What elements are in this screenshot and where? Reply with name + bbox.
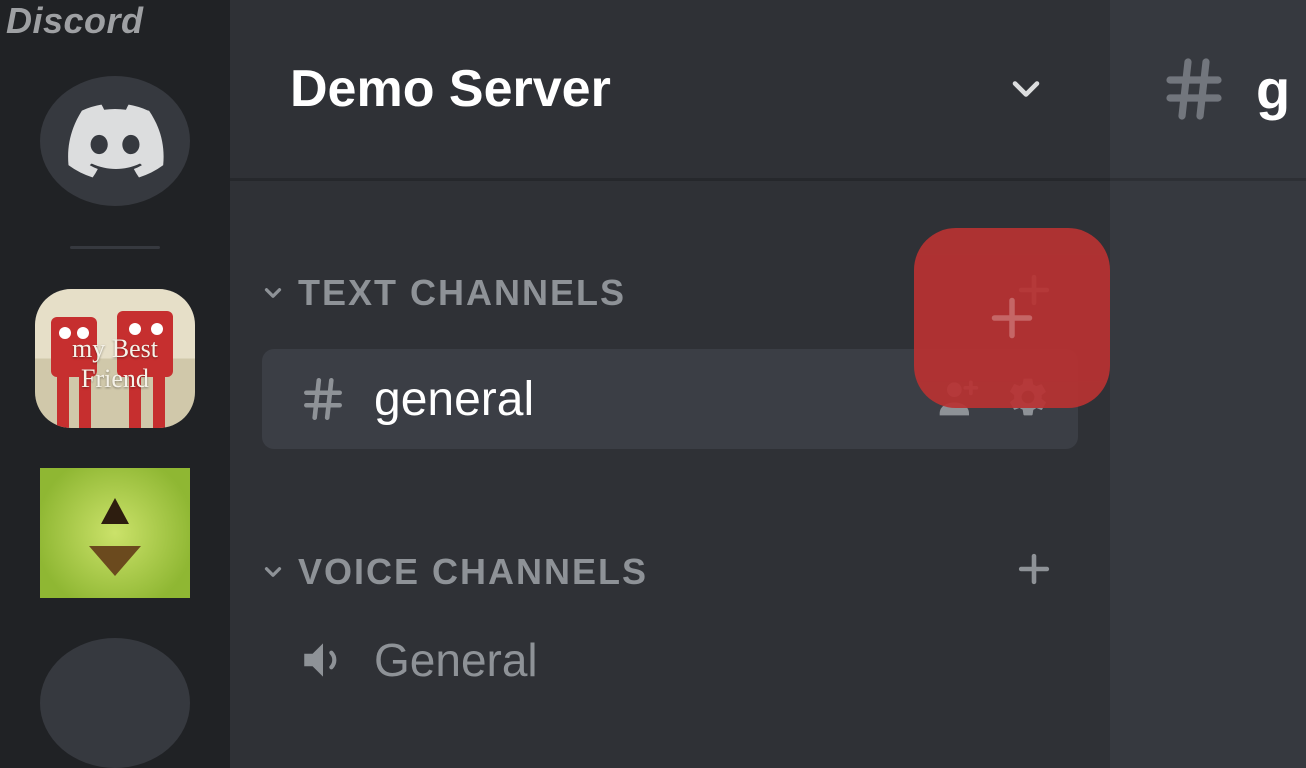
- channel-name: general: [374, 372, 910, 427]
- channel-sidebar: Demo Server TEXT CHANNELS: [230, 0, 1110, 768]
- add-text-channel-button[interactable]: [1012, 268, 1056, 317]
- category-voice-channels[interactable]: VOICE CHANNELS: [230, 547, 1110, 596]
- category-label: VOICE CHANNELS: [298, 551, 648, 593]
- server-header-dropdown[interactable]: Demo Server: [230, 0, 1110, 180]
- invite-button[interactable]: [936, 375, 980, 424]
- channel-settings-button[interactable]: [1006, 375, 1050, 424]
- rail-separator: [70, 246, 160, 249]
- add-voice-channel-button[interactable]: [1012, 547, 1056, 596]
- chevron-down-icon: [260, 280, 286, 306]
- server-rail: my Best Friend: [0, 0, 230, 768]
- server-icon-3[interactable]: [40, 638, 190, 768]
- server-icon-2[interactable]: [40, 468, 190, 598]
- plus-icon: [1012, 268, 1056, 312]
- server-home-button[interactable]: [40, 76, 190, 206]
- server-icon-2-art: [40, 468, 190, 598]
- chevron-down-icon: [260, 559, 286, 585]
- chat-header-channel-name: g: [1256, 57, 1290, 122]
- text-channel-general[interactable]: general: [262, 349, 1078, 449]
- speaker-icon: [298, 635, 348, 685]
- app-title: Discord: [6, 0, 144, 42]
- server-icon-1-art: my Best Friend: [35, 289, 195, 428]
- server-name: Demo Server: [290, 59, 611, 119]
- app-layout: my Best Friend Demo Server TEXT CH: [0, 0, 1306, 768]
- category-text-channels[interactable]: TEXT CHANNELS: [230, 268, 1110, 317]
- add-user-icon: [936, 375, 980, 419]
- chat-header: g: [1110, 0, 1306, 180]
- hash-icon: [298, 374, 348, 424]
- server-icon-1-overlay-text: my Best Friend: [35, 334, 195, 394]
- category-label: TEXT CHANNELS: [298, 272, 626, 314]
- chevron-down-icon: [1004, 67, 1048, 111]
- server-icon-1[interactable]: my Best Friend: [35, 289, 195, 428]
- channel-name: General: [374, 633, 1050, 687]
- discord-logo-icon: [66, 104, 164, 178]
- hash-icon: [1158, 53, 1230, 125]
- gear-icon: [1006, 375, 1050, 419]
- plus-icon: [1012, 547, 1056, 591]
- voice-channel-general[interactable]: General: [262, 610, 1078, 710]
- main-chat-area: g: [1110, 0, 1306, 768]
